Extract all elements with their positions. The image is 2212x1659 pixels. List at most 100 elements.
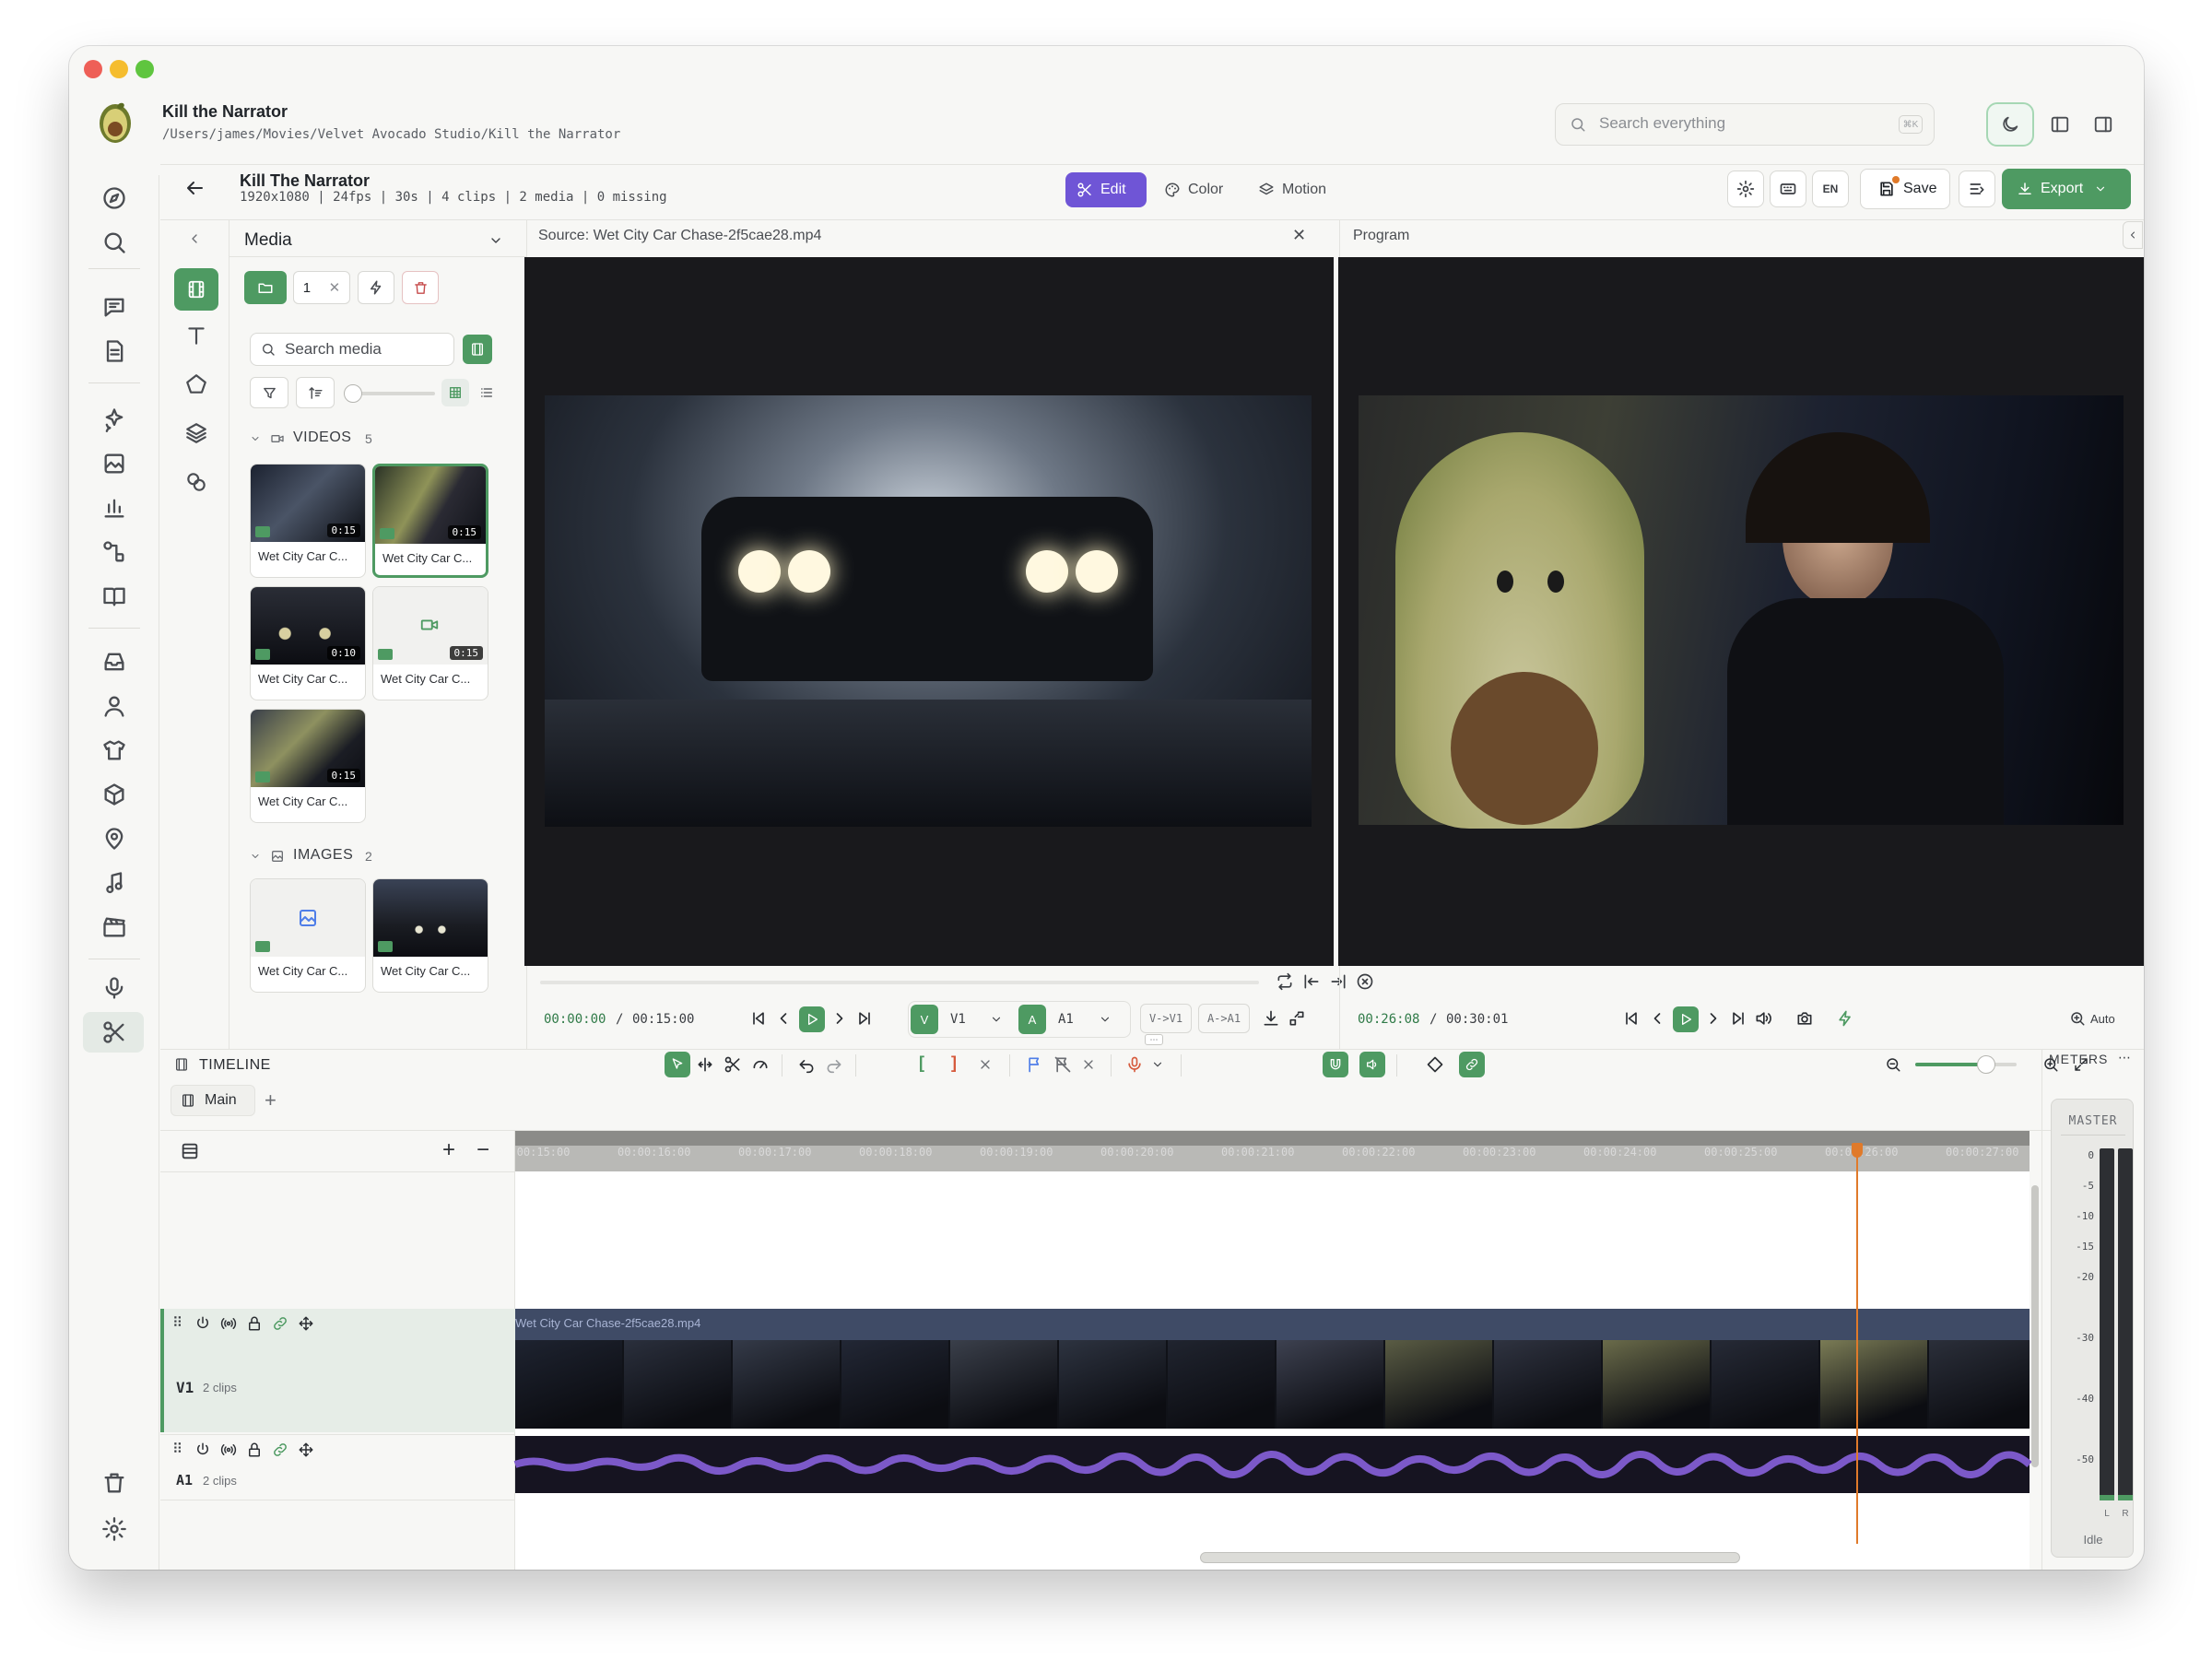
media-item-image[interactable]: Wet City Car C... — [372, 878, 488, 993]
inbox-icon[interactable] — [101, 649, 127, 675]
text-tool-icon[interactable] — [184, 324, 208, 347]
compass-icon[interactable] — [101, 185, 127, 211]
effects-tool-icon[interactable] — [184, 470, 208, 494]
shirt-icon[interactable] — [101, 737, 127, 763]
mark-in-button[interactable]: [ — [919, 1053, 924, 1073]
clear-marks-icon[interactable] — [1356, 972, 1374, 991]
selection-counter[interactable]: 1 ✕ — [293, 271, 350, 304]
broadcast-icon[interactable] — [220, 1315, 237, 1332]
keyboard-shortcuts-button[interactable] — [1770, 171, 1806, 207]
media-tool-button[interactable] — [174, 268, 218, 311]
edit-mode-tab[interactable]: Edit — [1065, 172, 1147, 207]
color-mode-tab[interactable]: Color — [1153, 172, 1234, 207]
link-icon[interactable] — [272, 1315, 288, 1332]
delete-media-button[interactable] — [402, 271, 439, 304]
location-pin-icon[interactable] — [101, 826, 127, 852]
zoom-out-icon[interactable] — [1885, 1056, 1901, 1073]
motion-mode-tab[interactable]: Motion — [1247, 172, 1337, 207]
media-item-video[interactable]: 0:10 Wet City Car C... — [250, 586, 366, 700]
timeline-horizontal-scrollbar[interactable] — [1200, 1552, 1740, 1563]
sparkle-icon[interactable] — [101, 406, 127, 432]
queue-button[interactable] — [1959, 171, 1995, 207]
add-sequence-button[interactable]: + — [265, 1088, 276, 1112]
speed-tool-icon[interactable] — [751, 1055, 770, 1074]
overwrite-clip-icon[interactable] — [1288, 1009, 1306, 1028]
microphone-icon[interactable] — [101, 975, 127, 1001]
toggle-right-panel-button[interactable] — [2082, 103, 2124, 146]
source-viewer[interactable] — [524, 257, 1334, 966]
camera-snapshot-icon[interactable] — [1795, 1009, 1814, 1028]
theme-toggle-button[interactable] — [1986, 102, 2034, 147]
v1-clip-filmstrip[interactable] — [515, 1340, 2030, 1429]
image-edit-icon[interactable] — [101, 451, 127, 477]
add-marker-icon[interactable] — [1026, 1055, 1044, 1074]
timeline-vertical-scrollbar[interactable] — [2031, 1185, 2039, 1467]
layers-tool-icon[interactable] — [184, 421, 208, 445]
lock-icon[interactable] — [246, 1315, 263, 1332]
undo-icon[interactable] — [797, 1055, 816, 1074]
timeline-zoom-handle[interactable] — [1977, 1055, 1995, 1074]
audio-scrub-toggle[interactable] — [1359, 1052, 1385, 1077]
step-forward-icon[interactable] — [1704, 1009, 1723, 1028]
timeline-ruler[interactable]: 00:00:15:00 00:00:16:00 00:00:17:00 00:00:1… — [515, 1131, 2030, 1171]
keyframe-icon[interactable] — [1426, 1055, 1444, 1074]
thumbnail-size-handle[interactable] — [344, 384, 362, 403]
settings-button[interactable] — [1727, 171, 1764, 207]
mark-in-icon[interactable] — [1302, 972, 1321, 991]
audio-target-track[interactable]: A1 — [1058, 1012, 1074, 1027]
grid-view-button[interactable] — [441, 379, 469, 406]
search-rail-icon[interactable] — [101, 229, 127, 255]
snapping-toggle[interactable] — [1323, 1052, 1348, 1077]
step-forward-icon[interactable] — [830, 1009, 849, 1028]
bar-chart-icon[interactable] — [101, 495, 127, 521]
broadcast-icon[interactable] — [220, 1441, 237, 1458]
media-item-video[interactable]: 0:15 Wet City Car C... — [372, 586, 488, 700]
meters-menu-icon[interactable]: ⋯ — [2118, 1050, 2131, 1065]
v1-clip-header[interactable] — [515, 1309, 2030, 1340]
music-note-icon[interactable] — [101, 870, 127, 896]
chevron-down-icon[interactable] — [990, 1013, 1003, 1026]
skip-to-end-icon[interactable] — [855, 1009, 874, 1028]
remove-track-button[interactable]: − — [477, 1137, 489, 1163]
save-button[interactable]: Save — [1860, 169, 1950, 209]
zoom-window-button[interactable] — [135, 60, 154, 78]
a1-audio-clip[interactable] — [513, 1436, 2032, 1493]
remove-marker-icon[interactable] — [1053, 1055, 1072, 1074]
insert-video-button[interactable]: V->V1 — [1140, 1004, 1192, 1033]
list-view-button[interactable] — [473, 379, 500, 406]
lock-icon[interactable] — [246, 1441, 263, 1458]
thumbnail-size-slider[interactable] — [352, 392, 435, 395]
razor-tool-icon[interactable] — [724, 1055, 742, 1074]
record-voiceover-icon[interactable] — [1125, 1055, 1144, 1074]
volume-icon[interactable] — [1754, 1009, 1772, 1028]
link-icon[interactable] — [272, 1441, 288, 1458]
chevron-down-icon[interactable] — [250, 851, 261, 862]
box-icon[interactable] — [101, 782, 127, 807]
ripple-tool-icon[interactable] — [696, 1055, 714, 1074]
import-folder-button[interactable] — [244, 271, 287, 304]
clapperboard-icon[interactable] — [101, 914, 127, 940]
source-play-button[interactable] — [799, 1006, 825, 1032]
power-icon[interactable] — [194, 1441, 211, 1458]
mark-out-button[interactable]: ] — [951, 1053, 957, 1073]
loop-icon[interactable] — [1276, 972, 1294, 991]
video-target-toggle[interactable]: V — [911, 1005, 938, 1034]
step-back-icon[interactable] — [1648, 1009, 1666, 1028]
redo-icon[interactable] — [825, 1055, 843, 1074]
collapse-panel-chevron-icon[interactable] — [187, 231, 202, 246]
insert-audio-button[interactable]: A->A1 — [1198, 1004, 1250, 1033]
source-scrubber[interactable] — [540, 981, 1259, 984]
media-item-video[interactable]: 0:15 Wet City Car C... — [250, 464, 366, 578]
drag-handle-icon[interactable]: ⠿ — [172, 1441, 182, 1457]
track-header-a1[interactable] — [160, 1434, 515, 1500]
skip-to-end-icon[interactable] — [1729, 1009, 1747, 1028]
skip-to-start-icon[interactable] — [749, 1009, 768, 1028]
shape-tool-icon[interactable] — [184, 372, 208, 396]
chevron-down-icon[interactable] — [250, 433, 261, 444]
track-options-icon[interactable] — [180, 1141, 200, 1161]
add-track-button[interactable]: + — [442, 1137, 455, 1163]
clear-selection-icon[interactable]: ✕ — [329, 279, 341, 296]
lightning-icon[interactable] — [1836, 1009, 1854, 1028]
book-icon[interactable] — [101, 583, 127, 609]
mark-out-icon[interactable] — [1329, 972, 1347, 991]
